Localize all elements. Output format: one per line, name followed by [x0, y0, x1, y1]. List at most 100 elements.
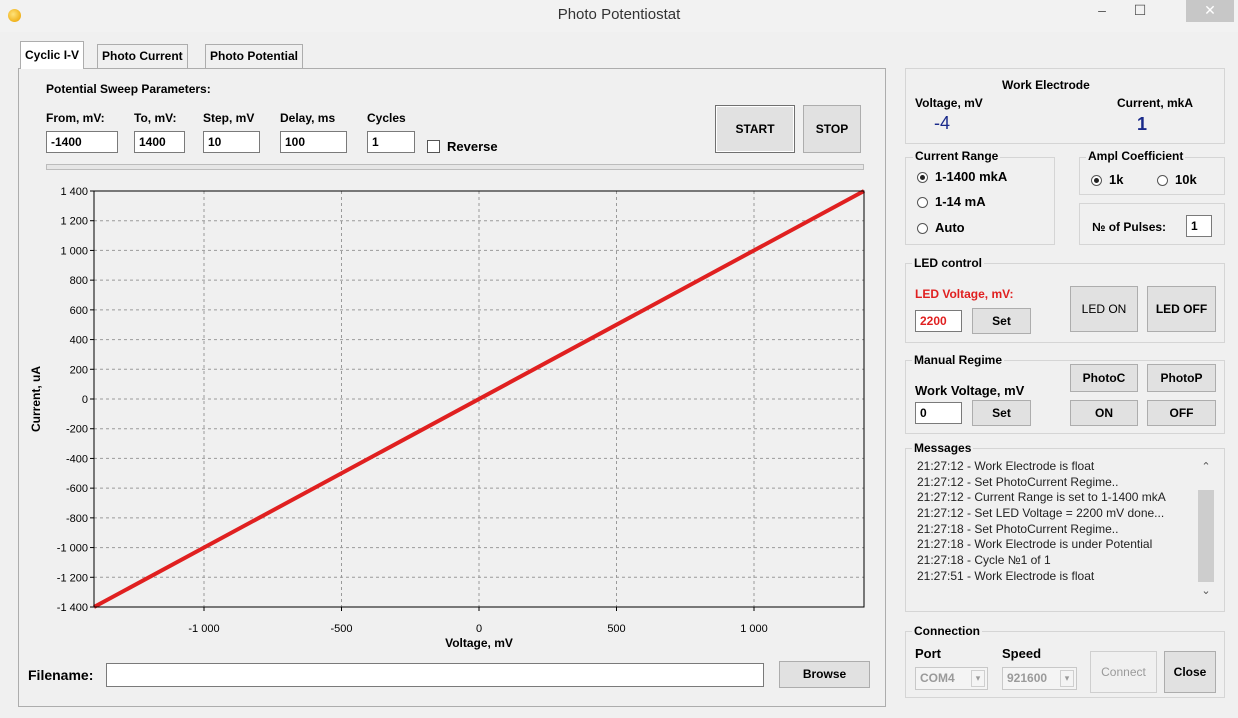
message-line: 21:27:18 - Set PhotoCurrent Regime.. [917, 521, 1119, 536]
current-range-title: Current Range [913, 149, 1001, 163]
from-input[interactable]: -1400 [46, 131, 118, 153]
messages-title: Messages [912, 441, 974, 455]
x-tick-label: -1 000 [188, 623, 219, 635]
reverse-label: Reverse [447, 139, 498, 154]
range-1-1400-radio[interactable] [917, 172, 928, 183]
y-tick-label: -1 200 [57, 572, 88, 584]
to-input[interactable]: 1400 [134, 131, 185, 153]
ampl-10k-label: 10k [1175, 172, 1197, 187]
y-tick-label: -200 [66, 424, 88, 436]
y-tick-label: 600 [70, 305, 88, 317]
scroll-thumb[interactable] [1198, 490, 1214, 582]
ampl-1k-radio[interactable] [1091, 175, 1102, 186]
photoc-button[interactable]: PhotoC [1070, 364, 1138, 392]
filename-label: Filename: [28, 667, 94, 683]
speed-dropdown-icon[interactable]: ▾ [1060, 670, 1074, 687]
message-line: 21:27:18 - Work Electrode is under Poten… [917, 537, 1153, 552]
y-tick-label: -1 000 [57, 543, 88, 555]
reverse-checkbox[interactable] [427, 140, 440, 153]
scroll-up-icon[interactable]: ⌃ [1196, 460, 1216, 478]
y-tick-label: -800 [66, 513, 88, 525]
iv-chart: 1 400 1 200 1 000 800 600 400 200 0 -200 -400 -600… [28, 176, 876, 654]
led-control-title: LED control [912, 256, 984, 270]
manual-off-button[interactable]: OFF [1147, 400, 1216, 426]
messages-list[interactable]: 21:27:12 - Work Electrode is float 21:27:… [917, 459, 1192, 599]
manual-set-button[interactable]: Set [972, 400, 1031, 426]
to-label: To, mV: [134, 111, 177, 125]
message-line: 21:27:12 - Set LED Voltage = 2200 mV don… [917, 506, 1165, 521]
range-1-14-radio[interactable] [917, 197, 928, 208]
voltage-value: -4 [934, 113, 951, 133]
step-label: Step, mV [203, 111, 255, 125]
led-voltage-label: LED Voltage, mV: [915, 287, 1014, 301]
port-label: Port [915, 646, 941, 661]
range-auto-label: Auto [935, 220, 965, 235]
current-value: 1 [1137, 114, 1148, 134]
stop-button[interactable]: STOP [803, 105, 861, 153]
x-axis-label: Voltage, mV [445, 636, 513, 650]
scroll-down-icon[interactable]: ⌄ [1196, 584, 1216, 602]
tab-photo-potential[interactable]: Photo Potential [205, 44, 303, 68]
led-on-button[interactable]: LED ON [1070, 286, 1138, 332]
tab-cyclic-iv[interactable]: Cyclic I-V [20, 41, 85, 69]
tab-photo-current[interactable]: Photo Current [97, 44, 188, 68]
start-button[interactable]: START [715, 105, 795, 153]
ampl-coefficient-title: Ampl Coefficient [1086, 149, 1186, 163]
y-tick-label: 0 [82, 394, 88, 406]
message-line: 21:27:18 - Cycle №1 of 1 [917, 553, 1051, 568]
browse-button[interactable]: Browse [779, 661, 870, 688]
work-voltage-label: Work Voltage, mV [915, 383, 1025, 398]
messages-scrollbar[interactable]: ⌃ ⌄ [1196, 457, 1216, 604]
range-1-1400-label: 1-1400 mkA [935, 169, 1008, 184]
close-connection-button[interactable]: Close [1164, 651, 1216, 693]
range-1-14-label: 1-14 mA [935, 194, 986, 209]
minimize-button[interactable]: – [1085, 0, 1119, 22]
pulses-input[interactable]: 1 [1186, 215, 1212, 237]
y-axis-label: Current, uA [29, 366, 43, 432]
delay-input[interactable]: 100 [280, 131, 347, 153]
y-tick-label: 1 400 [60, 186, 88, 198]
x-tick-label: -500 [330, 623, 352, 635]
y-tick-label: -1 400 [57, 602, 88, 614]
y-tick-label: -400 [66, 453, 88, 465]
title-bar: Photo Potentiostat – ☐ ✕ [0, 0, 1238, 32]
y-tick-label: 200 [70, 364, 88, 376]
window-title: Photo Potentiostat [557, 6, 681, 23]
work-electrode-title: Work Electrode [1002, 78, 1090, 92]
progress-bar [46, 164, 864, 170]
manual-regime-title: Manual Regime [912, 353, 1005, 367]
close-window-button[interactable]: ✕ [1186, 0, 1234, 22]
voltage-label: Voltage, mV [915, 96, 983, 110]
y-tick-label: -600 [66, 483, 88, 495]
step-input[interactable]: 10 [203, 131, 260, 153]
filename-input[interactable] [106, 663, 764, 687]
port-dropdown-icon[interactable]: ▾ [971, 670, 985, 687]
led-set-button[interactable]: Set [972, 308, 1031, 334]
ampl-1k-label: 1k [1109, 172, 1124, 187]
delay-label: Delay, ms [280, 111, 336, 125]
port-select[interactable]: COM4 ▾ [915, 667, 988, 690]
manual-on-button[interactable]: ON [1070, 400, 1138, 426]
ampl-10k-radio[interactable] [1157, 175, 1168, 186]
led-off-button[interactable]: LED OFF [1147, 286, 1216, 332]
maximize-button[interactable]: ☐ [1123, 0, 1157, 22]
message-line: 21:27:12 - Work Electrode is float [917, 459, 1095, 473]
message-line: 21:27:12 - Current Range is set to 1-140… [917, 490, 1166, 505]
connect-button[interactable]: Connect [1090, 651, 1157, 693]
led-voltage-input[interactable]: 2200 [915, 310, 962, 332]
photop-button[interactable]: PhotoP [1147, 364, 1216, 392]
work-voltage-input[interactable]: 0 [915, 402, 962, 424]
connection-title: Connection [912, 624, 982, 638]
port-value: COM4 [920, 671, 955, 685]
x-tick-label: 0 [476, 623, 482, 635]
range-auto-radio[interactable] [917, 223, 928, 234]
message-line: 21:27:12 - Set PhotoCurrent Regime.. [917, 474, 1119, 489]
cycles-input[interactable]: 1 [367, 131, 415, 153]
message-line: 21:27:51 - Work Electrode is float [917, 568, 1095, 583]
speed-select[interactable]: 921600 ▾ [1002, 667, 1077, 690]
y-tick-label: 1 000 [60, 245, 88, 257]
speed-value: 921600 [1007, 671, 1048, 685]
current-label: Current, mkA [1117, 96, 1194, 110]
chart-svg: 1 400 1 200 1 000 800 600 400 200 0 -200 -400 -600… [29, 186, 865, 650]
cycles-label: Cycles [367, 111, 406, 125]
